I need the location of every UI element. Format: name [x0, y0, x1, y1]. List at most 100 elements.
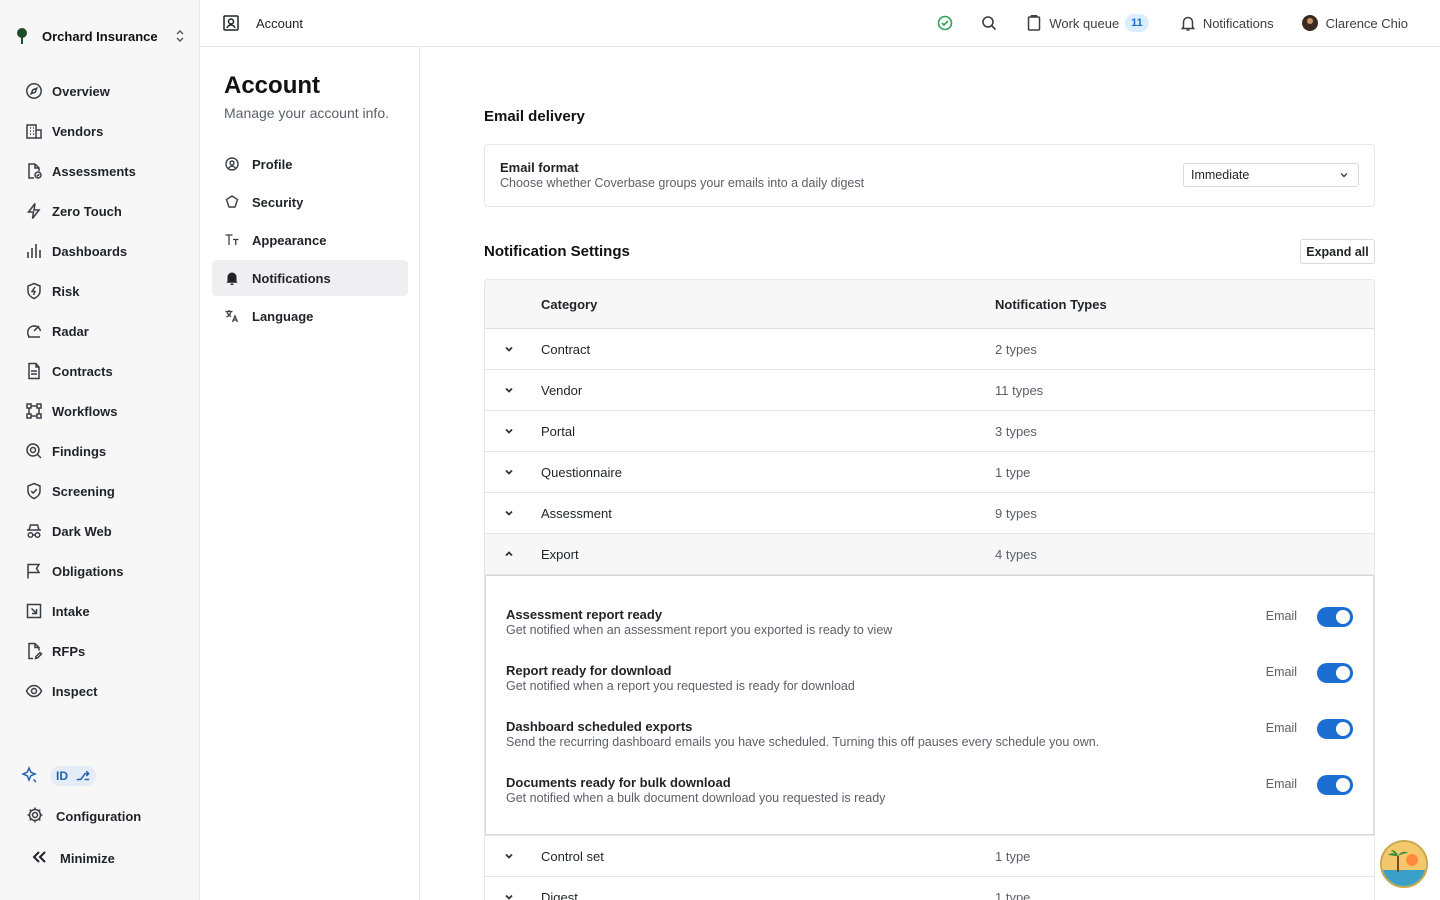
email-toggle[interactable]: [1317, 607, 1353, 627]
nav-label: Risk: [52, 283, 80, 299]
notification-item: Assessment report ready Get notified whe…: [506, 607, 1353, 647]
work-queue-button[interactable]: Work queue 11: [1025, 14, 1149, 32]
search-icon: [981, 15, 997, 31]
nav-item-zero-touch[interactable]: Zero Touch: [16, 191, 188, 231]
nav-item-inspect[interactable]: Inspect: [16, 671, 188, 711]
notification-channel: Email: [1265, 721, 1297, 735]
nav-item-configuration[interactable]: Configuration: [26, 805, 196, 827]
account-menu-appearance[interactable]: Appearance: [212, 222, 408, 258]
notification-settings-table: Category Notification Types Contract 2 t…: [484, 279, 1375, 900]
search-button[interactable]: [981, 15, 997, 31]
nav-label: Findings: [52, 443, 107, 459]
nav-label: Obligations: [52, 563, 124, 579]
user-name: Clarence Chio: [1325, 15, 1408, 31]
dev-tools: ID ⎇: [20, 765, 190, 787]
assistant-launcher-button[interactable]: [1380, 840, 1428, 888]
nav-label: RFPs: [52, 643, 86, 659]
account-heading: Account: [224, 72, 320, 99]
table-row[interactable]: Control set 1 type: [485, 836, 1374, 877]
primary-nav: Overview Vendors Assessments Zero Touch …: [16, 71, 188, 711]
table-row[interactable]: Contract 2 types: [485, 329, 1374, 370]
building-icon: [24, 121, 44, 141]
nav-label: Dashboards: [52, 243, 128, 259]
chevron-down-icon: [503, 425, 515, 437]
notifications-button[interactable]: Notifications: [1179, 14, 1274, 32]
table-row[interactable]: Vendor 11 types: [485, 370, 1374, 411]
nav-item-assessments[interactable]: Assessments: [16, 151, 188, 191]
sparkle-icon[interactable]: [20, 766, 40, 786]
id-badge[interactable]: ID ⎇: [50, 766, 96, 786]
notification-description: Send the recurring dashboard emails you …: [506, 735, 1100, 749]
nav-item-obligations[interactable]: Obligations: [16, 551, 188, 591]
row-type-count: 1 type: [995, 890, 1031, 900]
eye-icon: [24, 681, 44, 701]
nav-item-findings[interactable]: Findings: [16, 431, 188, 471]
table-header: Category Notification Types: [485, 280, 1374, 329]
nav-label: Radar: [52, 323, 89, 339]
spy-icon: [24, 521, 44, 541]
account-subnav: Account Manage your account info. Profil…: [200, 47, 420, 900]
minimize-button[interactable]: Minimize: [30, 847, 200, 869]
account-menu-label: Notifications: [252, 270, 331, 286]
row-category: Assessment: [541, 506, 612, 521]
account-menu-security[interactable]: Security: [212, 184, 408, 220]
account-menu-profile[interactable]: Profile: [212, 146, 408, 182]
nav-label: Dark Web: [52, 523, 112, 539]
notification-channel: Email: [1265, 777, 1297, 791]
chevron-down-icon: [503, 891, 515, 900]
email-format-title: Email format: [500, 160, 579, 175]
nav-item-dark-web[interactable]: Dark Web: [16, 511, 188, 551]
avatar: [1301, 15, 1318, 31]
clipboard-icon: [1025, 14, 1043, 32]
nav-label: Inspect: [52, 683, 98, 699]
expand-all-button[interactable]: Expand all: [1300, 239, 1375, 264]
bar-chart-icon: [24, 241, 44, 261]
bell-icon: [224, 270, 240, 286]
nav-item-workflows[interactable]: Workflows: [16, 391, 188, 431]
user-menu[interactable]: Clarence Chio: [1301, 15, 1408, 31]
flag-icon: [24, 561, 44, 581]
table-row[interactable]: Assessment 9 types: [485, 493, 1374, 534]
email-toggle[interactable]: [1317, 719, 1353, 739]
email-format-select[interactable]: Immediate: [1183, 163, 1359, 187]
status-ok-icon[interactable]: [937, 15, 953, 31]
account-menu-label: Language: [252, 308, 314, 324]
table-row[interactable]: Portal 3 types: [485, 411, 1374, 452]
table-row[interactable]: Digest 1 type: [485, 877, 1374, 900]
row-category: Control set: [541, 849, 604, 864]
nav-item-intake[interactable]: Intake: [16, 591, 188, 631]
inbox-arrow-icon: [24, 601, 44, 621]
nav-label: Intake: [52, 603, 90, 619]
chevron-down-icon: [503, 507, 515, 519]
search-doc-icon: [24, 441, 44, 461]
email-format-card: Email format Choose whether Coverbase gr…: [484, 144, 1375, 207]
table-row[interactable]: Questionnaire 1 type: [485, 452, 1374, 493]
nav-label: Screening: [52, 483, 115, 499]
email-toggle[interactable]: [1317, 663, 1353, 683]
nav-item-contracts[interactable]: Contracts: [16, 351, 188, 391]
account-menu-language[interactable]: Language: [212, 298, 408, 334]
nav-item-vendors[interactable]: Vendors: [16, 111, 188, 151]
chevron-down-icon: [1338, 169, 1350, 181]
security-icon: [224, 194, 240, 210]
nav-item-overview[interactable]: Overview: [16, 71, 188, 111]
nav-item-radar[interactable]: Radar: [16, 311, 188, 351]
nav-label: Assessments: [52, 163, 136, 179]
nav-item-rfps[interactable]: RFPs: [16, 631, 188, 671]
notification-description: Get notified when a bulk document downlo…: [506, 791, 886, 805]
account-menu-label: Appearance: [252, 232, 327, 248]
workflow-icon: [24, 401, 44, 421]
nav-item-screening[interactable]: Screening: [16, 471, 188, 511]
work-queue-label: Work queue: [1049, 15, 1120, 31]
account-menu-notifications[interactable]: Notifications: [212, 260, 408, 296]
double-chevron-left-icon: [30, 848, 50, 868]
nav-label: Overview: [52, 83, 110, 99]
nav-item-risk[interactable]: Risk: [16, 271, 188, 311]
nav-item-dashboards[interactable]: Dashboards: [16, 231, 188, 271]
chevron-down-icon: [503, 384, 515, 396]
notification-settings-heading: Notification Settings: [484, 243, 630, 260]
table-row-expanded[interactable]: Export 4 types: [485, 534, 1374, 575]
email-toggle[interactable]: [1317, 775, 1353, 795]
notification-channel: Email: [1265, 665, 1297, 679]
org-switcher[interactable]: Orchard Insurance: [12, 24, 188, 48]
